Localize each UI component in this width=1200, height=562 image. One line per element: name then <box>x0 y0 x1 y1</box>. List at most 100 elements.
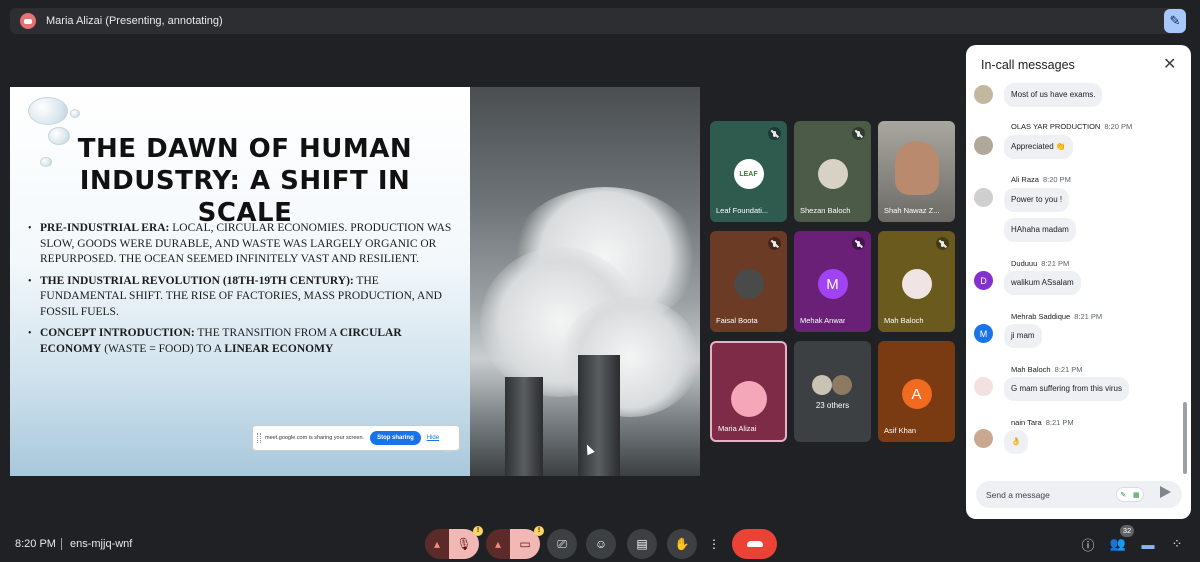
present-screen-button[interactable]: ⎚ <box>547 529 577 559</box>
others-count: 23 others <box>815 401 850 410</box>
avatar: A <box>901 379 932 409</box>
participant-tile[interactable]: A Asif Khan <box>878 341 955 442</box>
participant-tile[interactable]: Maria Alizai <box>710 341 787 442</box>
mic-off-icon: 🎙 <box>456 537 472 551</box>
participant-name: Mah Baloch <box>884 316 924 325</box>
participant-tile[interactable]: Faisal Boota <box>710 231 787 332</box>
warning-icon: ! <box>534 526 544 536</box>
leave-call-button[interactable] <box>732 529 777 559</box>
message-bubble: 👌 <box>1004 430 1028 454</box>
extension-icons[interactable]: ✎ ▦ <box>1116 487 1144 502</box>
annotate-pen-button[interactable]: ✎ <box>1164 9 1186 33</box>
avatar: M <box>817 269 848 299</box>
message-header: Duduuu 8:21 PM <box>1011 259 1070 268</box>
send-icon[interactable] <box>1160 486 1171 498</box>
stop-sharing-button[interactable]: Stop sharing <box>370 431 421 445</box>
meeting-details-button[interactable]: ⓘ <box>1079 535 1097 553</box>
slide-text-panel: THE DAWN OF HUMAN INDUSTRY: A SHIFT IN S… <box>10 87 470 476</box>
activities-icon: ⁘ <box>1171 536 1183 551</box>
avatar <box>974 85 993 104</box>
in-call-messages-panel: In-call messages ✕ Most of us have exams… <box>966 45 1191 519</box>
meeting-code[interactable]: ens-mjjq-wnf <box>70 538 132 550</box>
camera-off-icon: ▭ <box>519 537 531 551</box>
hand-icon: ✋ <box>674 537 690 551</box>
emoji-icon: ☺ <box>594 537 608 551</box>
bullet-item: • CONCEPT INTRODUCTION: THE TRANSITION FR… <box>28 327 402 355</box>
avatar <box>974 136 993 155</box>
participant-name: Faisal Boota <box>716 316 758 325</box>
hide-link[interactable]: Hide <box>427 435 439 441</box>
avatar <box>733 269 764 299</box>
message-bubble: Appreciated 👏 <box>1004 135 1073 159</box>
chevron-up-icon: ▴ <box>433 537 441 551</box>
message-list[interactable]: Most of us have exams. OLAS YAR PRODUCTI… <box>966 81 1191 471</box>
camera-toggle-button[interactable]: ▭! <box>510 526 544 559</box>
avatar <box>901 269 932 299</box>
pen-icon: ✎ <box>1120 491 1127 499</box>
chat-scrollbar[interactable] <box>1183 402 1187 474</box>
participant-name: Asif Khan <box>884 426 917 435</box>
factory-smoke-image <box>470 87 700 476</box>
presenter-title: Maria Alizai (Presenting, annotating) <box>46 15 223 27</box>
close-icon[interactable]: ✕ <box>1163 54 1176 74</box>
participant-name: Shah Nawaz Z... <box>884 206 940 215</box>
warning-icon: ! <box>473 526 483 536</box>
pen-icon: ✎ <box>1169 13 1181 28</box>
screen-share-notice: meet.google.com is sharing your screen. … <box>252 425 460 451</box>
chevron-up-icon: ▴ <box>494 537 502 551</box>
present-icon: ⎚ <box>557 536 567 551</box>
avatar <box>832 375 852 395</box>
participant-tile[interactable]: Shezan Baloch <box>794 121 871 222</box>
chat-button[interactable]: ▬ <box>1139 535 1157 553</box>
info-icon: ⓘ <box>1081 537 1095 553</box>
avatar <box>730 381 767 417</box>
chat-icon: ▬ <box>1141 536 1155 552</box>
video-options-button[interactable]: ▴ <box>486 529 510 559</box>
participant-tile[interactable]: Mah Baloch <box>878 231 955 332</box>
send-message-field[interactable]: Send a message ✎ ▦ <box>976 481 1182 508</box>
avatar <box>817 159 848 189</box>
leaf-logo: LEAF <box>733 159 764 189</box>
message-placeholder: Send a message <box>986 489 1050 500</box>
people-icon: 👥 <box>1109 536 1127 551</box>
message-header: Mehrab Saddique 8:21 PM <box>1011 312 1103 321</box>
avatar: M <box>974 324 993 343</box>
others-tile[interactable]: 23 others <box>794 341 871 442</box>
participant-name: Maria Alizai <box>718 424 757 433</box>
participant-name: Shezan Baloch <box>800 206 851 215</box>
message-bubble: ji mam <box>1004 324 1042 348</box>
drag-handle-icon[interactable] <box>257 433 261 443</box>
slide-title: THE DAWN OF HUMAN INDUSTRY: A SHIFT IN S… <box>77 134 413 228</box>
bottom-control-bar: 8:20 PM ens-mjjq-wnf ▴ 🎙! ▴ ▭! ⎚ ☺ ▤ ✋ ⋮… <box>0 525 1200 562</box>
participant-tile[interactable]: Shah Nawaz Z... <box>878 121 955 222</box>
mic-off-icon <box>852 127 865 140</box>
message-bubble: Most of us have exams. <box>1004 83 1103 107</box>
people-count-badge: 32 <box>1120 525 1134 537</box>
mic-off-icon <box>936 237 949 250</box>
share-notice-text: meet.google.com is sharing your screen. <box>265 435 365 441</box>
avatar <box>974 377 993 396</box>
message-bubble: HAhaha madam <box>1004 218 1076 242</box>
activities-button[interactable]: ⁘ <box>1168 535 1186 553</box>
divider <box>61 538 62 550</box>
participant-name: Mehak Anwar <box>800 316 846 325</box>
emoji-reaction-button[interactable]: ☺ <box>586 529 616 559</box>
raise-hand-button[interactable]: ✋ <box>667 529 697 559</box>
audio-options-button[interactable]: ▴ <box>425 529 449 559</box>
mic-toggle-button[interactable]: 🎙! <box>449 526 483 559</box>
bullet-item: • THE INDUSTRIAL REVOLUTION (18TH-19TH CE… <box>28 274 442 318</box>
participant-tile[interactable]: M Mehak Anwar <box>794 231 871 332</box>
bullet-item: • PRE-INDUSTRIAL ERA: LOCAL, CIRCULAR ECO… <box>28 222 452 265</box>
captions-button[interactable]: ▤ <box>627 529 657 559</box>
participant-tile[interactable]: LEAF Leaf Foundati... <box>710 121 787 222</box>
presenter-bar: Maria Alizai (Presenting, annotating) <box>10 8 1186 34</box>
captions-icon: ▤ <box>636 537 648 551</box>
message-bubble: walikum ASsalam <box>1004 271 1081 295</box>
people-button[interactable]: 👥 <box>1109 535 1127 553</box>
video-feed <box>894 141 939 195</box>
avatar <box>812 375 832 395</box>
shared-screen: THE DAWN OF HUMAN INDUSTRY: A SHIFT IN S… <box>10 87 700 476</box>
more-options-button[interactable]: ⋮ <box>705 529 723 559</box>
message-bubble: Power to you ! <box>1004 188 1070 212</box>
avatar: D <box>974 271 993 290</box>
